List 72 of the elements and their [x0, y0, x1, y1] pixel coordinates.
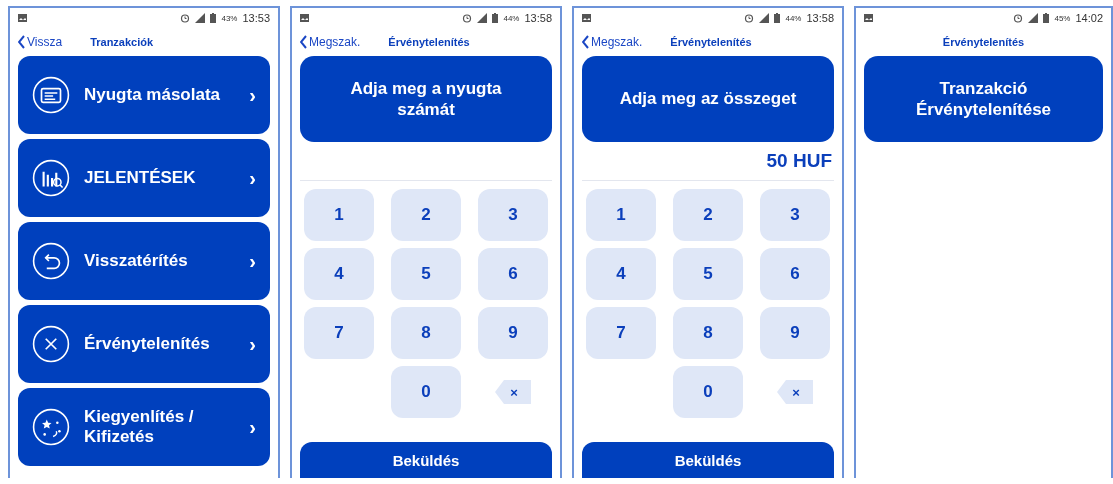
- battery-icon: [1043, 13, 1050, 23]
- keypad-key[interactable]: 4: [304, 248, 374, 300]
- signal-icon: [195, 13, 206, 23]
- alarm-icon: [744, 13, 755, 23]
- menu-item[interactable]: JELENTÉSEK ›: [18, 139, 270, 217]
- keypad-key[interactable]: 7: [586, 307, 656, 359]
- screen-title: Érvénytelenítés: [942, 36, 1025, 48]
- prompt-banner: Adja meg a nyugta számát: [300, 56, 552, 142]
- back-link[interactable]: Megszak.: [582, 35, 643, 49]
- chevron-left-icon: [582, 35, 589, 49]
- keypad-key[interactable]: 3: [760, 189, 830, 241]
- prompt-banner: Adja meg az összeget: [582, 56, 834, 142]
- alarm-icon: [1013, 13, 1024, 23]
- submit-button[interactable]: Beküldés: [300, 442, 552, 478]
- menu-item-icon: [32, 325, 70, 363]
- battery-icon: [774, 13, 781, 23]
- keypad-key[interactable]: 0: [391, 366, 461, 418]
- signal-icon: [1028, 13, 1039, 23]
- alarm-icon: [462, 13, 473, 23]
- keypad-key[interactable]: 2: [673, 189, 743, 241]
- menu-item[interactable]: Visszatérítés ›: [18, 222, 270, 300]
- keypad-key[interactable]: 6: [478, 248, 548, 300]
- keypad-key[interactable]: 0: [673, 366, 743, 418]
- amount-display: 50 HUF: [766, 150, 832, 172]
- menu-item-icon: [32, 159, 70, 197]
- battery-percent: 44%: [503, 13, 520, 23]
- keypad-key[interactable]: 8: [673, 307, 743, 359]
- image-icon: [300, 14, 309, 22]
- chevron-left-icon: [300, 35, 307, 49]
- battery-icon: [210, 13, 217, 23]
- battery-percent: 43%: [221, 13, 238, 23]
- keypad-key[interactable]: 2: [391, 189, 461, 241]
- keypad-key[interactable]: 9: [760, 307, 830, 359]
- battery-percent: 45%: [1054, 13, 1071, 23]
- clock-time: 13:58: [524, 12, 552, 24]
- battery-icon: [492, 13, 499, 23]
- menu-item-icon: [32, 408, 70, 446]
- image-icon: [864, 14, 873, 22]
- keypad-key[interactable]: 4: [586, 248, 656, 300]
- keypad-key[interactable]: 7: [304, 307, 374, 359]
- screen-title: Tranzakciók: [90, 36, 154, 48]
- signal-icon: [759, 13, 770, 23]
- signal-icon: [477, 13, 488, 23]
- message-banner: Tranzakció Érvénytelenítése: [864, 56, 1103, 142]
- clock-time: 13:58: [806, 12, 834, 24]
- back-link[interactable]: Vissza: [18, 35, 63, 49]
- keypad-key[interactable]: 6: [760, 248, 830, 300]
- keypad-key[interactable]: 9: [478, 307, 548, 359]
- menu-item-icon: [32, 76, 70, 114]
- keypad-key[interactable]: 1: [586, 189, 656, 241]
- keypad-key[interactable]: 5: [673, 248, 743, 300]
- chevron-left-icon: [18, 35, 25, 49]
- menu-item-icon: [32, 242, 70, 280]
- backspace-key[interactable]: ×: [495, 380, 531, 404]
- submit-button[interactable]: Beküldés: [582, 442, 834, 478]
- screen-title: Érvénytelenítés: [388, 36, 470, 48]
- menu-item[interactable]: Nyugta másolata ›: [18, 56, 270, 134]
- image-icon: [18, 14, 27, 22]
- menu-item[interactable]: Érvénytelenítés ›: [18, 305, 270, 383]
- image-icon: [582, 14, 591, 22]
- backspace-key[interactable]: ×: [777, 380, 813, 404]
- clock-time: 13:53: [242, 12, 270, 24]
- clock-time: 14:02: [1075, 12, 1103, 24]
- keypad-key[interactable]: 3: [478, 189, 548, 241]
- battery-percent: 44%: [785, 13, 802, 23]
- menu-item[interactable]: Kiegyenlítés / Kifizetés ›: [18, 388, 270, 466]
- alarm-icon: [180, 13, 191, 23]
- back-link[interactable]: Megszak.: [300, 35, 361, 49]
- keypad-key[interactable]: 1: [304, 189, 374, 241]
- screen-title: Érvénytelenítés: [670, 36, 752, 48]
- keypad-key[interactable]: 8: [391, 307, 461, 359]
- keypad-key[interactable]: 5: [391, 248, 461, 300]
